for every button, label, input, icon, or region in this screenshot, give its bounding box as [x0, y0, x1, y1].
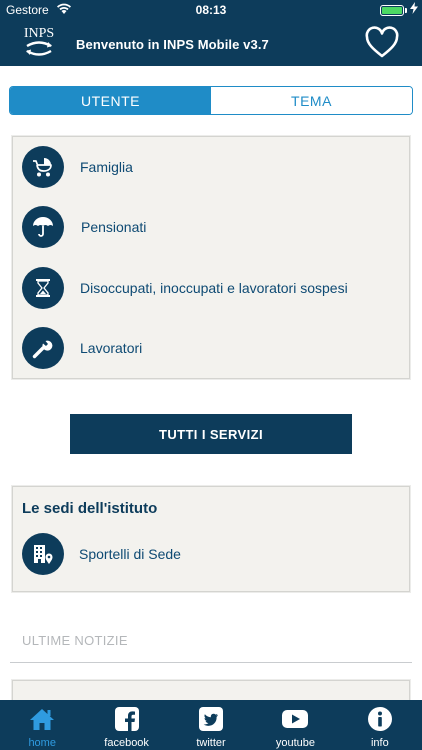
app-title: Benvenuto in INPS Mobile v3.7	[76, 37, 269, 52]
category-label: Pensionati	[81, 219, 147, 235]
sportelli-label: Sportelli di Sede	[79, 546, 181, 562]
heart-icon	[365, 26, 399, 58]
status-time: 08:13	[195, 3, 227, 17]
app-header: Gestore 08:13 INPS Benvenuto in INPS Mob…	[0, 0, 422, 66]
tab-home[interactable]: home	[0, 700, 84, 750]
youtube-icon	[281, 706, 309, 732]
hourglass-icon	[22, 267, 64, 309]
tab-youtube[interactable]: youtube	[253, 700, 337, 750]
home-icon	[28, 706, 56, 732]
segment-utente[interactable]: UTENTE	[10, 87, 211, 114]
battery-icon	[380, 5, 404, 16]
tab-label: info	[370, 737, 389, 749]
stroller-icon	[22, 146, 64, 188]
category-label: Disoccupati, inoccupati e lavoratori sos…	[80, 280, 348, 296]
segment-tema[interactable]: TEMA	[211, 87, 412, 114]
news-divider	[10, 662, 412, 663]
segmented-control: UTENTE TEMA	[9, 86, 413, 115]
twitter-icon	[197, 706, 225, 732]
news-section-label: ULTIME NOTIZIE	[22, 633, 128, 648]
wrench-icon	[22, 327, 64, 369]
tab-label: youtube	[275, 737, 315, 749]
category-label: Lavoratori	[80, 340, 143, 356]
tab-label: home	[28, 737, 56, 749]
tab-facebook[interactable]: facebook	[84, 700, 168, 750]
sedi-card: Le sedi dell'istituto Sportelli di Sede	[12, 486, 410, 592]
category-lavoratori[interactable]: Lavoratori	[13, 318, 409, 378]
battery-tip	[405, 8, 407, 13]
sedi-title: Le sedi dell'istituto	[22, 500, 158, 517]
tab-label: twitter	[196, 737, 226, 749]
umbrella-icon	[22, 206, 64, 248]
info-icon	[366, 706, 394, 732]
tab-info[interactable]: info	[338, 700, 422, 750]
favorites-button[interactable]	[364, 26, 400, 60]
category-disoccupati[interactable]: Disoccupati, inoccupati e lavoratori sos…	[13, 258, 409, 318]
inps-logo: INPS	[22, 22, 56, 62]
all-services-button[interactable]: TUTTI I SERVIZI	[70, 414, 352, 454]
tab-twitter[interactable]: twitter	[169, 700, 253, 750]
categories-card: Famiglia Pensionati Disoccupati, inoccup…	[12, 136, 410, 379]
charging-icon	[410, 2, 418, 17]
sportelli-di-sede-item[interactable]: Sportelli di Sede	[13, 524, 409, 584]
category-famiglia[interactable]: Famiglia	[13, 137, 409, 197]
tab-label: facebook	[104, 737, 149, 749]
status-bar: Gestore 08:13	[0, 0, 422, 20]
logo-text: INPS	[24, 26, 54, 41]
facebook-icon	[113, 706, 141, 732]
category-pensionati[interactable]: Pensionati	[13, 197, 409, 257]
category-label: Famiglia	[80, 159, 133, 175]
building-location-icon	[22, 533, 64, 575]
tab-bar: home facebook twitter youtube info	[0, 700, 422, 750]
